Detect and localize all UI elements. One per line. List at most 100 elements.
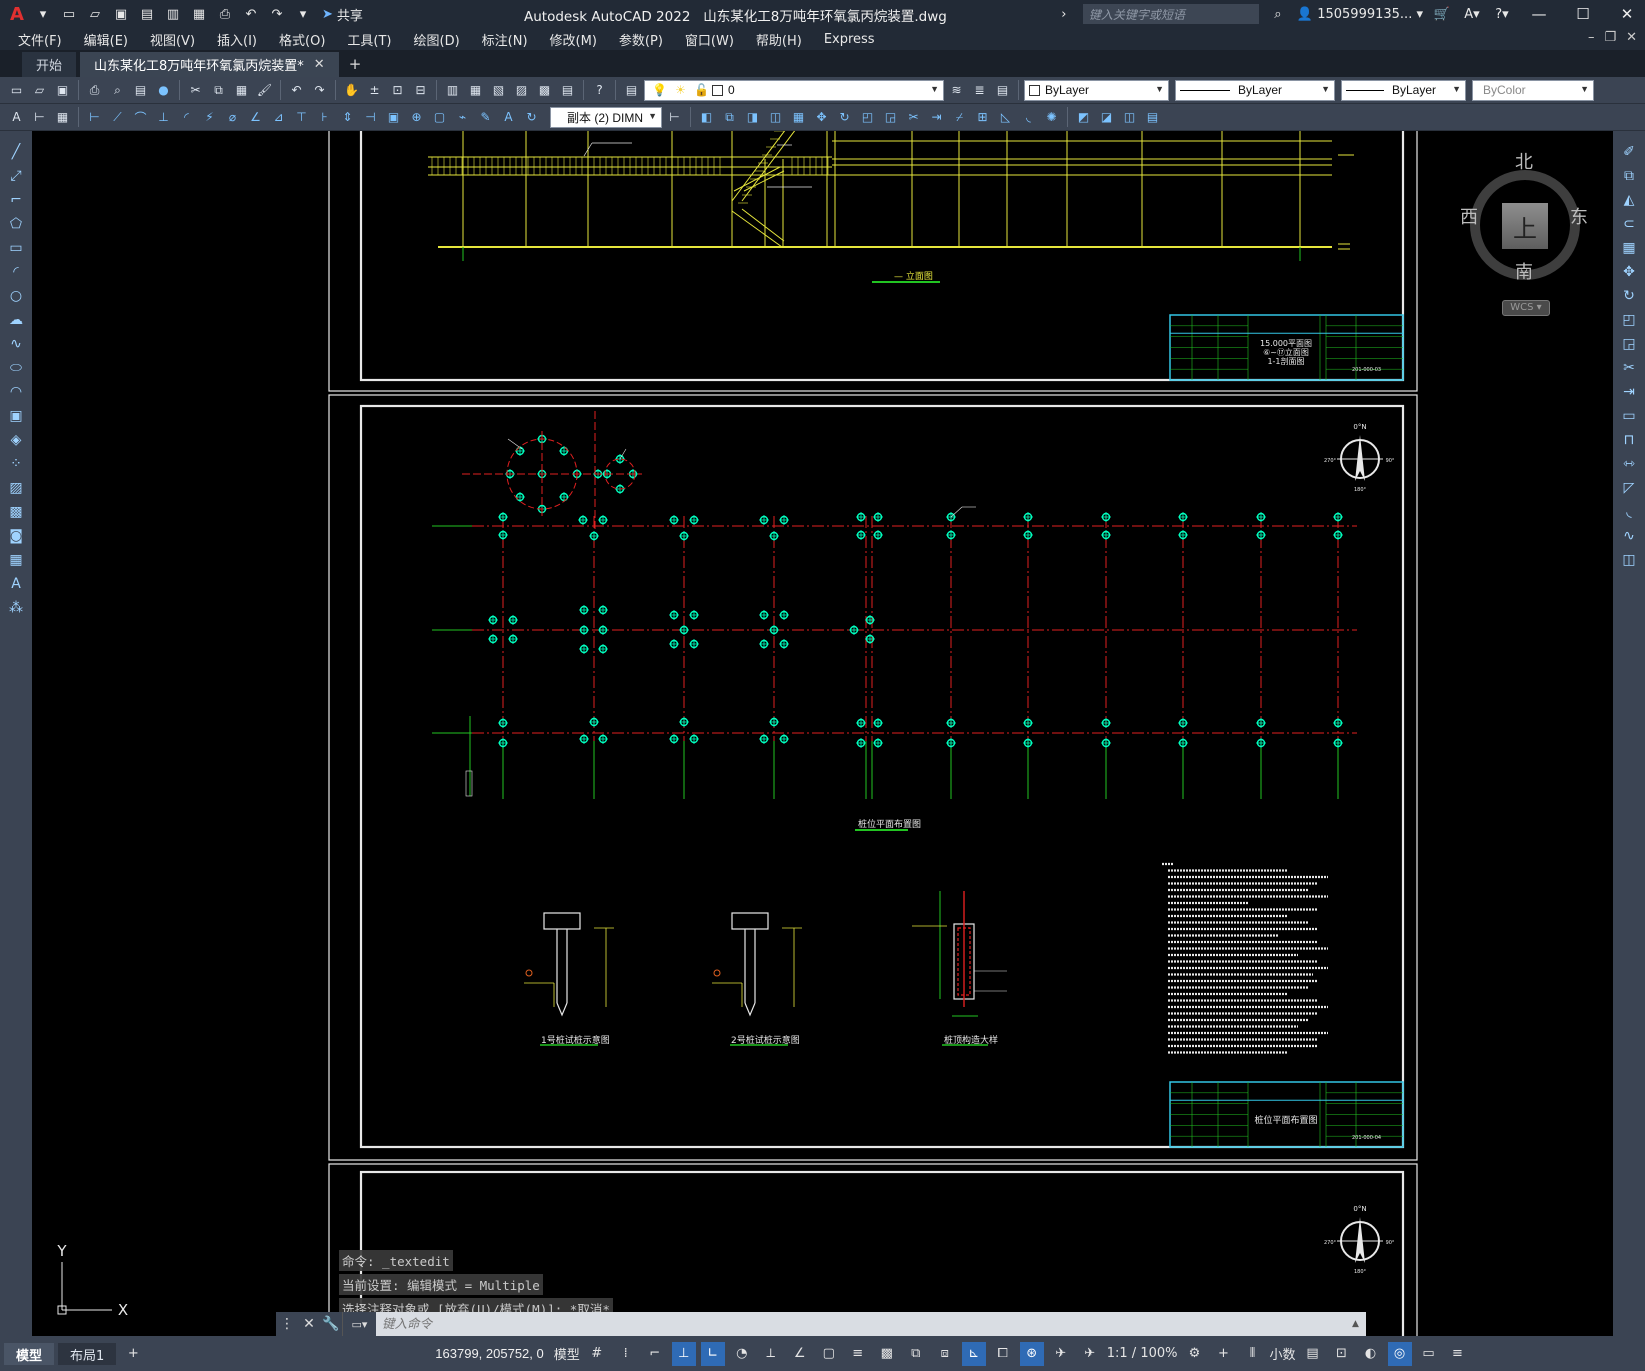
cart-icon[interactable]: 🛒 [1431,3,1453,25]
object-snap-icon[interactable]: ▢ [817,1342,841,1366]
linetype-combo[interactable]: ByLayer ▼ [1175,79,1335,101]
menu-edit[interactable]: 编辑(E) [84,30,140,49]
move-icon[interactable]: ✥ [811,107,832,128]
erase-icon[interactable]: ◧ [696,107,717,128]
viewcube-south[interactable]: 南 [1515,258,1533,284]
zoom-previous-icon[interactable]: ⊟ [410,80,431,101]
dropdown-arrow-icon[interactable]: ▾ [32,3,54,25]
explode-right-icon[interactable]: ◫ [1619,549,1640,570]
coordinates-readout[interactable]: 163799, 205752, 0 [435,1346,543,1361]
workspace-gear-icon[interactable]: ⚙ [1182,1342,1206,1366]
paste-icon[interactable]: ▦ [231,80,252,101]
model-space-button[interactable]: 模型 [554,1342,580,1366]
plotstyle-combo[interactable]: ByColor ▼ [1472,79,1594,101]
user-account[interactable]: 👤 1505999135... ▾ [1297,7,1423,22]
units-button[interactable]: 小数 [1269,1342,1295,1366]
save-web-icon[interactable]: ▦ [188,3,210,25]
tab-layout1[interactable]: 布局1 [58,1342,117,1365]
ellipse-icon[interactable]: ⬭ [6,357,27,378]
tab-start[interactable]: 开始 [22,52,77,77]
ortho-icon[interactable]: ∟ [700,1341,725,1366]
continue-dim-icon[interactable]: ⊦ [314,107,335,128]
erase-right-icon[interactable]: ✐ [1619,141,1640,162]
draworder-icon[interactable]: ◩ [1073,107,1094,128]
aligned-dim-icon[interactable]: ⟋ [107,107,128,128]
rotate-icon[interactable]: ↻ [834,107,855,128]
baseline-dim-icon[interactable]: ⊤ [291,107,312,128]
match-properties-icon[interactable]: 🖌 [254,80,275,101]
zoom-window-icon[interactable]: ⊡ [387,80,408,101]
polyline-icon[interactable]: ⌐ [6,189,27,210]
plot-preview-icon[interactable]: ⌕ [107,80,128,101]
rectangle-icon[interactable]: ▭ [6,237,27,258]
copy-object-icon[interactable]: ⧉ [719,107,740,128]
object-snap-tracking-icon[interactable]: ∠ [788,1342,812,1366]
make-block-icon[interactable]: ◈ [6,429,27,450]
autocad-logo-icon[interactable]: A [6,4,28,25]
gizmo-icon[interactable]: ⊛ [1019,1341,1044,1366]
point-icon[interactable]: ⁘ [6,453,27,474]
center-mark-icon[interactable]: ⊕ [406,107,427,128]
help-icon[interactable]: ?▾ [1491,3,1513,25]
share-button[interactable]: ➤ 共享 [322,5,363,24]
spline-icon[interactable]: ∿ [6,333,27,354]
menu-file[interactable]: 文件(F) [18,30,74,49]
layer-properties-icon[interactable]: ▤ [621,80,642,101]
text-style-icon[interactable]: A [6,107,27,128]
break-point-icon[interactable]: ▭ [1619,405,1640,426]
insert-block-icon[interactable]: ▣ [6,405,27,426]
menu-dimension[interactable]: 标注(N) [482,30,540,49]
menu-help[interactable]: 帮助(H) [756,30,814,49]
mirror-icon[interactable]: ◨ [742,107,763,128]
stretch-right-icon[interactable]: ◲ [1619,333,1640,354]
fillet-icon[interactable]: ◟ [1018,107,1039,128]
layer-combo[interactable]: 💡 ☀ 🔓 0 ▼ [644,79,944,101]
dynamic-input-icon[interactable]: ⊥ [671,1341,696,1366]
properties-icon[interactable]: ▥ [442,80,463,101]
zoom-realtime-icon[interactable]: ± [364,80,385,101]
array-right-icon[interactable]: ▦ [1619,237,1640,258]
join-right-icon[interactable]: ⇿ [1619,453,1640,474]
dynamic-ucs-icon[interactable]: ⊾ [961,1341,986,1366]
tab-active-drawing[interactable]: 山东某化工8万吨年环氧氯丙烷装置* ✕ [80,52,339,77]
search-icon[interactable]: ⌕ [1267,3,1289,25]
blend-curves-icon[interactable]: ∿ [1619,525,1640,546]
trim-icon[interactable]: ✂ [903,107,924,128]
make-current-layer-icon[interactable]: ≋ [946,80,967,101]
menu-parametric[interactable]: 参数(P) [619,30,675,49]
quick-dim-icon[interactable]: ⊿ [268,107,289,128]
jogged-linear-icon[interactable]: ⌁ [452,107,473,128]
viewcube-top-face[interactable]: 上 [1502,203,1548,249]
command-expand-icon[interactable]: ▲ [1352,1319,1366,1329]
selection-cycling-icon[interactable]: ⧉ [904,1342,928,1366]
menu-modify[interactable]: 修改(M) [550,30,609,49]
angular-dim-icon[interactable]: ∠ [245,107,266,128]
drawing-canvas[interactable]: — 立面图 15.000平面图 ⑥~⑰立面图 1-1剖面图 201-000-03 桩位… [32,131,1613,1336]
design-center-icon[interactable]: ▦ [465,80,486,101]
doc-minimize-icon[interactable]: – [1588,30,1595,45]
transparency-icon[interactable]: ▩ [875,1342,899,1366]
open-icon[interactable]: ▱ [29,80,50,101]
break-icon[interactable]: ⌿ [949,107,970,128]
grid-icon[interactable]: # [585,1342,609,1366]
new-tab-icon[interactable]: + [349,55,362,73]
minimize-button[interactable]: — [1521,5,1557,23]
chevron-right-icon[interactable]: › [1053,3,1075,25]
layer-states-icon[interactable]: ▤ [992,80,1013,101]
offset-icon[interactable]: ◫ [765,107,786,128]
tab-close-icon[interactable]: ✕ [314,57,325,72]
join-icon[interactable]: ⊞ [972,107,993,128]
annotation-scale[interactable]: 1:1 / 100% [1107,1342,1178,1366]
add-layout-icon[interactable]: + [121,1342,145,1366]
table-style-icon[interactable]: ▦ [52,107,73,128]
command-recent-icon[interactable]: ▭▾ [342,1312,376,1336]
infer-constraints-icon[interactable]: ⌐ [643,1342,667,1366]
menu-window[interactable]: 窗口(W) [685,30,746,49]
search-input[interactable]: 键入关键字或短语 [1082,4,1259,24]
cut-icon[interactable]: ✂ [185,80,206,101]
arc-length-icon[interactable]: ⌒ [130,107,151,128]
construction-line-icon[interactable]: ⤢ [6,165,27,186]
customization-icon[interactable]: ≡ [1446,1342,1470,1366]
redo-icon[interactable]: ↷ [266,3,288,25]
radius-dim-icon[interactable]: ◜ [176,107,197,128]
